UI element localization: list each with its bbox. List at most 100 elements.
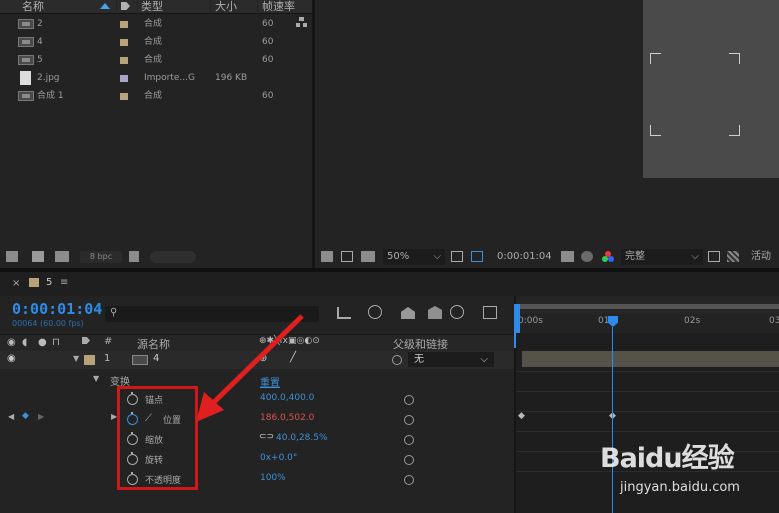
tab-comp-5[interactable]: 5	[46, 277, 52, 288]
resolution-value: 完整	[625, 251, 645, 262]
property-value[interactable]: 100%	[260, 473, 286, 483]
expand-triangle-icon[interactable]: ▼	[93, 374, 99, 383]
project-item-row[interactable]: 2.jpg Importe...G 196 KB	[0, 69, 312, 87]
annotation-highlight-box	[117, 386, 198, 490]
project-item-row[interactable]: 5 合成 60	[0, 51, 312, 69]
project-item-type: 合成	[144, 37, 163, 47]
label-color-swatch[interactable]	[120, 93, 128, 100]
eye-icon[interactable]: ◉	[7, 337, 16, 348]
project-item-row[interactable]: 4 合成 60	[0, 33, 312, 51]
color-channel-icon[interactable]	[602, 251, 614, 263]
expression-pick-whip-icon[interactable]	[404, 415, 414, 425]
time-ruler[interactable]: 0:00s 01s 02s 03	[516, 314, 779, 333]
next-keyframe-icon[interactable]: ▶	[38, 412, 44, 421]
project-item-name: 合成 1	[37, 91, 64, 101]
transform-property-row[interactable]: 不透明度 100%	[0, 470, 514, 490]
region-of-interest-icon[interactable]	[471, 251, 483, 262]
active-camera-label[interactable]: 活动	[751, 249, 771, 265]
column-number-label: #	[104, 336, 113, 347]
sort-arrow-icon	[100, 3, 110, 9]
track-divider	[516, 431, 779, 432]
close-icon[interactable]: ×	[12, 278, 20, 289]
parent-dropdown[interactable]: 无 ⌵	[408, 352, 494, 367]
column-source-name[interactable]: 源名称	[137, 336, 170, 352]
column-header-type[interactable]: 类型	[138, 0, 210, 14]
composition-flowchart-icon[interactable]	[337, 307, 351, 319]
draft-3d-icon[interactable]	[368, 305, 382, 319]
expression-pick-whip-icon[interactable]	[404, 395, 414, 405]
property-value[interactable]: 40.0,28.5%	[276, 433, 328, 443]
grid-icon[interactable]	[451, 251, 463, 262]
add-keyframe-icon[interactable]: ◆	[22, 411, 29, 421]
expression-pick-whip-icon[interactable]	[404, 455, 414, 465]
project-item-row[interactable]: 2 合成 60	[0, 15, 312, 33]
parent-value: 无	[414, 354, 424, 365]
track-divider	[516, 391, 779, 392]
preview-icon[interactable]	[321, 251, 333, 262]
column-name-label: 名称	[22, 0, 44, 13]
motion-blur-icon[interactable]	[450, 305, 464, 319]
bit-depth-button[interactable]: 8 bpc	[80, 251, 122, 263]
interpret-footage-icon[interactable]	[6, 251, 18, 262]
work-area-range[interactable]	[518, 304, 779, 309]
fast-previews-icon[interactable]	[708, 251, 720, 262]
ruler-label: 02s	[684, 316, 701, 326]
transparency-grid-icon[interactable]	[727, 251, 739, 262]
property-value[interactable]: 0x+0.0°	[260, 453, 297, 463]
keyframe-marker[interactable]: ◆	[518, 411, 525, 421]
resolution-dropdown[interactable]: 完整 ⌵	[621, 249, 703, 265]
camera-snapshot-icon[interactable]	[561, 251, 574, 262]
new-folder-icon[interactable]	[32, 251, 44, 262]
layer-name[interactable]: 4	[153, 353, 159, 364]
project-item-type: 合成	[144, 19, 163, 29]
transform-property-row[interactable]: 缩放 ⊂⊃ 40.0,28.5%	[0, 430, 514, 450]
ruler-label: 03	[769, 316, 779, 326]
track-divider	[516, 371, 779, 372]
graph-editor-icon[interactable]	[483, 306, 497, 319]
constrain-proportions-icon[interactable]: ⊂⊃	[259, 432, 274, 442]
layer-duration-bar[interactable]	[522, 351, 779, 367]
column-header-size[interactable]: 大小	[211, 0, 257, 14]
column-header-name[interactable]: 名称	[0, 0, 116, 14]
composition-canvas[interactable]	[643, 0, 779, 178]
expand-triangle-icon[interactable]: ▼	[73, 354, 79, 363]
work-area-bar[interactable]	[516, 300, 779, 314]
label-color-swatch[interactable]	[120, 39, 128, 46]
eye-icon[interactable]: ◉	[7, 353, 16, 364]
playhead-line[interactable]	[612, 327, 613, 513]
new-composition-icon[interactable]	[55, 251, 69, 262]
audio-icon[interactable]: ◖	[22, 337, 27, 348]
layer-index: 1	[104, 353, 111, 364]
label-color-swatch[interactable]	[120, 21, 128, 28]
column-header-label[interactable]	[117, 0, 137, 14]
lock-icon[interactable]: ⊓	[52, 337, 60, 348]
solo-icon[interactable]: ●	[38, 337, 47, 348]
transform-property-row[interactable]: 旋转 0x+0.0°	[0, 450, 514, 470]
chevron-down-icon: ⌵	[691, 251, 699, 262]
layer-label-swatch[interactable]	[84, 355, 95, 365]
project-item-fps: 60	[262, 91, 274, 101]
label-tag-icon[interactable]	[82, 337, 90, 344]
expression-pick-whip-icon[interactable]	[404, 435, 414, 445]
mask-icon[interactable]	[361, 251, 375, 262]
column-parent-link[interactable]: 父级和链接	[393, 336, 448, 352]
composition-icon	[18, 55, 34, 65]
track-divider	[516, 411, 779, 412]
show-snapshot-icon[interactable]	[581, 251, 593, 262]
label-color-swatch[interactable]	[120, 57, 128, 64]
project-item-name: 4	[37, 37, 43, 47]
monitor-icon[interactable]	[341, 251, 353, 262]
pick-whip-icon[interactable]	[392, 355, 402, 365]
panel-menu-icon[interactable]: ≡	[60, 277, 68, 288]
image-file-icon	[20, 71, 31, 85]
prev-keyframe-icon[interactable]: ◀	[8, 412, 14, 421]
viewer-timecode[interactable]: 0:00:01:04	[497, 249, 552, 265]
trash-icon[interactable]	[129, 251, 139, 262]
label-color-swatch[interactable]	[120, 75, 128, 82]
zoom-dropdown[interactable]: 50% ⌵	[383, 249, 445, 265]
expression-pick-whip-icon[interactable]	[404, 475, 414, 485]
column-header-fps[interactable]: 帧速率	[258, 0, 312, 14]
project-item-row[interactable]: 合成 1 合成 60	[0, 87, 312, 105]
current-time-display[interactable]: 0:00:01:04	[12, 300, 102, 318]
project-scrollbar[interactable]	[150, 251, 196, 263]
